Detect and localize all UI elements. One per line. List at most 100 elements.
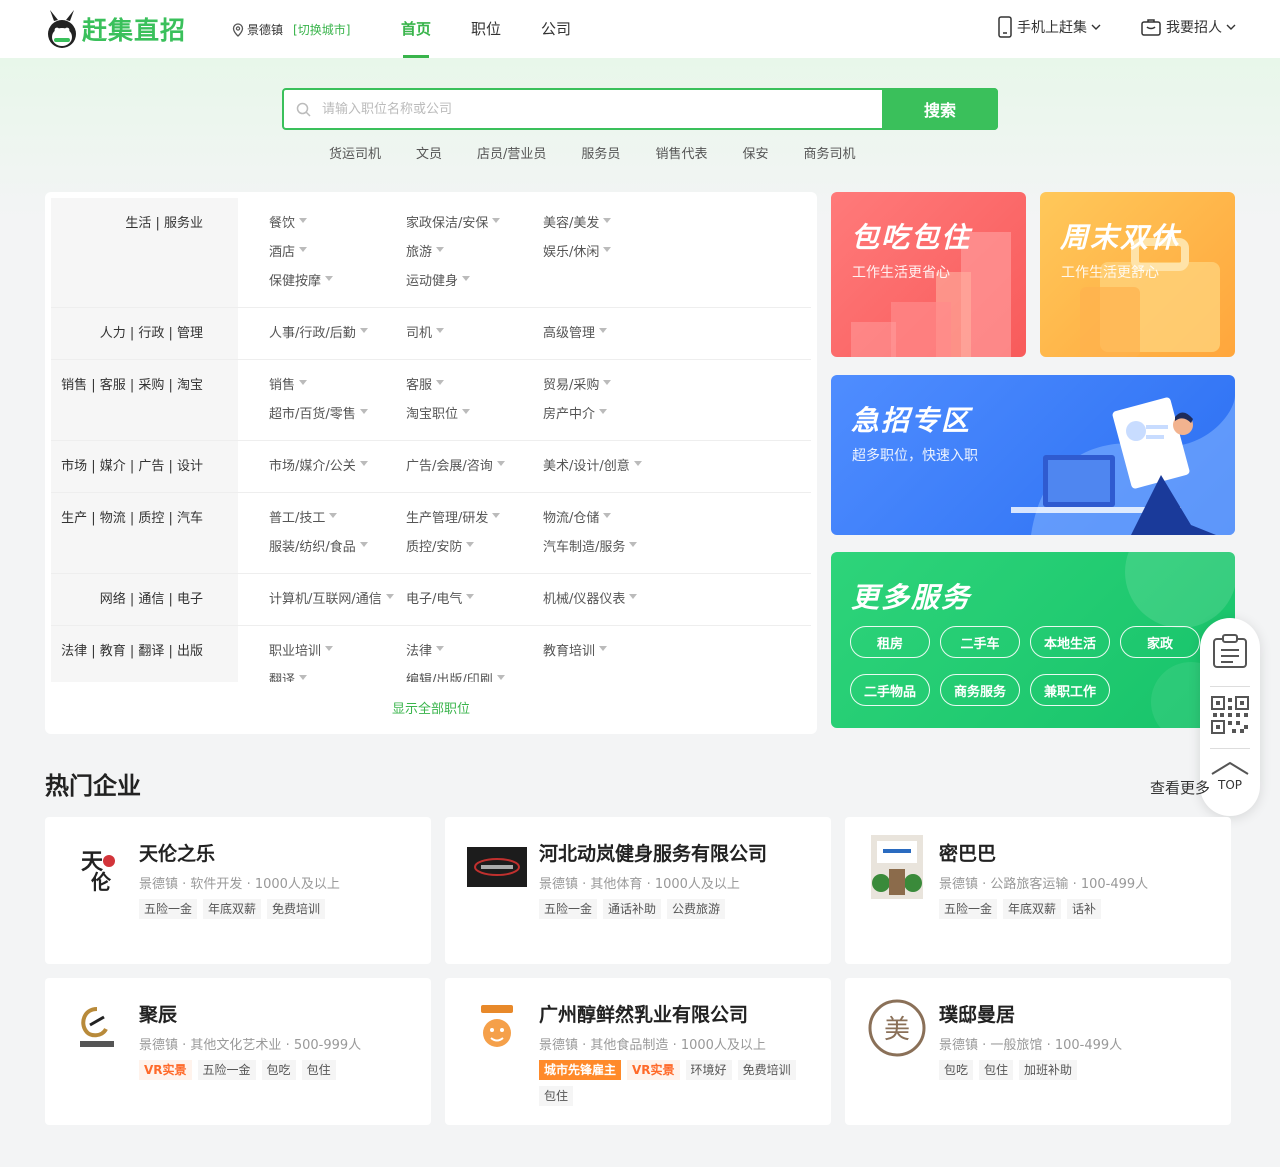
category-item[interactable]: 销售 xyxy=(269,374,406,403)
category-item[interactable]: 酒店 xyxy=(269,241,406,270)
hot-keyword[interactable]: 保安 xyxy=(742,143,768,162)
hot-keyword[interactable]: 商务司机 xyxy=(803,143,855,162)
nav-home[interactable]: 首页 xyxy=(401,0,431,58)
category-item-label: 保健按摩 xyxy=(269,274,322,289)
category-item[interactable]: 计算机/互联网/通信 xyxy=(269,588,406,617)
view-more-link[interactable]: 查看更多 xyxy=(1150,777,1210,798)
category-item[interactable]: 高级管理 xyxy=(543,322,680,351)
category-item[interactable]: 运动健身 xyxy=(406,270,543,299)
caret-down-icon xyxy=(492,218,501,223)
category-item[interactable]: 物流/仓储 xyxy=(543,507,680,536)
service-business-button[interactable]: 商务服务 xyxy=(940,674,1020,706)
banner-food-housing[interactable]: 包吃包住 工作生活更省心 xyxy=(831,192,1026,357)
back-to-top-button[interactable]: TOP xyxy=(1210,760,1250,792)
category-item[interactable]: 市场/媒介/公关 xyxy=(269,455,406,484)
switch-city-link[interactable]: [切换城市] xyxy=(293,21,350,38)
category-item-label: 服装/纺织/食品 xyxy=(269,540,356,555)
category-item[interactable]: 法律 xyxy=(406,640,543,669)
service-local-life-button[interactable]: 本地生活 xyxy=(1030,626,1110,658)
arrow-up-icon xyxy=(1211,761,1249,775)
service-used-car-button[interactable]: 二手车 xyxy=(940,626,1020,658)
mobile-app-menu[interactable]: 手机上赶集 xyxy=(998,16,1101,38)
category-item[interactable]: 美术/设计/创意 xyxy=(543,455,680,484)
category-items: 人事/行政/后勤 司机 高级管理 xyxy=(238,308,811,359)
divider xyxy=(1210,686,1250,687)
caret-down-icon xyxy=(466,594,475,599)
category-item-label: 市场/媒介/公关 xyxy=(269,459,356,474)
company-card[interactable]: 河北动岚健身服务有限公司 景德镇 · 其他体育 · 1000人及以上 五险一金 … xyxy=(445,817,831,964)
benefit-tag: 五险一金 xyxy=(539,899,598,919)
company-info: 景德镇 · 公路旅客运输 · 100-499人 xyxy=(939,877,1149,892)
caret-down-icon xyxy=(359,328,368,333)
company-card[interactable]: 广州醇鲜然乳业有限公司 景德镇 · 其他食品制造 · 1000人及以上 城市先锋… xyxy=(445,978,831,1125)
category-item[interactable]: 超市/百货/零售 xyxy=(269,403,406,432)
caret-down-icon xyxy=(436,247,445,252)
category-item[interactable]: 旅游 xyxy=(406,241,543,270)
category-item[interactable]: 职业培训 xyxy=(269,640,406,669)
company-card[interactable]: 天伦 天伦之乐 景德镇 · 软件开发 · 1000人及以上 五险一金 年底双薪 … xyxy=(45,817,431,964)
hot-keyword[interactable]: 文员 xyxy=(416,143,442,162)
service-part-time-button[interactable]: 兼职工作 xyxy=(1030,674,1110,706)
search-input[interactable] xyxy=(322,90,882,128)
benefit-tag: 包吃 xyxy=(939,1060,974,1080)
caret-down-icon xyxy=(603,380,612,385)
category-item[interactable]: 房产中介 xyxy=(543,403,680,432)
category-item[interactable]: 广告/会展/咨询 xyxy=(406,455,543,484)
service-rent-button[interactable]: 租房 xyxy=(850,626,930,658)
category-item[interactable]: 娱乐/休闲 xyxy=(543,241,680,270)
company-name: 璞邸曼居 xyxy=(939,1004,1016,1026)
category-item[interactable]: 贸易/采购 xyxy=(543,374,680,403)
logo-text: 赶集直招 xyxy=(82,16,187,45)
service-housekeeping-button[interactable]: 家政 xyxy=(1120,626,1200,658)
benefit-tag: 包住 xyxy=(301,1060,336,1080)
company-tags: 城市先锋雇主 VR实景 环境好 免费培训 包住 xyxy=(539,1060,819,1112)
banner-urgent-hiring[interactable]: 急招专区 超多职位，快速入职 xyxy=(831,375,1235,535)
service-second-hand-button[interactable]: 二手物品 xyxy=(850,674,930,706)
category-item[interactable]: 电子/电气 xyxy=(406,588,543,617)
category-item-label: 贸易/采购 xyxy=(543,378,600,393)
category-item[interactable]: 质控/安防 xyxy=(406,536,543,565)
category-item[interactable]: 餐饮 xyxy=(269,212,406,241)
category-item[interactable]: 美容/美发 xyxy=(543,212,680,241)
qrcode-button[interactable] xyxy=(1210,696,1250,734)
search-button[interactable]: 搜索 xyxy=(882,88,998,130)
hot-keyword[interactable]: 销售代表 xyxy=(655,143,707,162)
company-logo: 天伦 xyxy=(67,837,127,897)
category-item[interactable]: 普工/技工 xyxy=(269,507,406,536)
mobile-app-label: 手机上赶集 xyxy=(1017,20,1087,36)
mascot-logo-icon xyxy=(48,10,76,48)
resume-button[interactable] xyxy=(1210,632,1250,670)
category-item[interactable]: 生产管理/研发 xyxy=(406,507,543,536)
banner-weekends-off[interactable]: 周末双休 工作生活更舒心 xyxy=(1040,192,1235,357)
category-row: 网络 | 通信 | 电子 计算机/互联网/通信 电子/电气 机械/仪器仪表 xyxy=(51,574,811,626)
recruit-menu[interactable]: 我要招人 xyxy=(1141,17,1236,37)
site-logo[interactable]: 赶集直招 xyxy=(44,8,186,50)
company-card[interactable]: 密巴巴 景德镇 · 公路旅客运输 · 100-499人 五险一金 年底双薪 话补 xyxy=(845,817,1231,964)
category-item[interactable]: 汽车制造/服务 xyxy=(543,536,680,565)
hot-keyword[interactable]: 货运司机 xyxy=(329,143,381,162)
caret-down-icon xyxy=(385,594,394,599)
category-item[interactable]: 教育培训 xyxy=(543,640,680,669)
category-item[interactable]: 家政保洁/安保 xyxy=(406,212,543,241)
category-item[interactable]: 客服 xyxy=(406,374,543,403)
benefit-tag: 包吃 xyxy=(261,1060,296,1080)
hot-keyword[interactable]: 店员/营业员 xyxy=(477,143,546,162)
nav-jobs[interactable]: 职位 xyxy=(471,0,501,58)
category-item[interactable]: 司机 xyxy=(406,322,543,351)
category-item[interactable]: 淘宝职位 xyxy=(406,403,543,432)
show-all-jobs-link[interactable]: 显示全部职位 xyxy=(45,698,817,717)
category-item[interactable]: 翻译 xyxy=(269,669,406,682)
hot-keyword[interactable]: 服务员 xyxy=(581,143,620,162)
category-item[interactable]: 机械/仪器仪表 xyxy=(543,588,680,617)
benefit-tag: 五险一金 xyxy=(139,899,198,919)
company-card[interactable]: 美 璞邸曼居 景德镇 · 一般旅馆 · 100-499人 包吃 包住 加班补助 xyxy=(845,978,1231,1125)
company-card[interactable]: 聚辰 景德镇 · 其他文化艺术业 · 500-999人 VR实景 五险一金 包吃… xyxy=(45,978,431,1125)
nav-companies[interactable]: 公司 xyxy=(541,0,571,58)
category-item[interactable]: 服装/纺织/食品 xyxy=(269,536,406,565)
category-item-label: 司机 xyxy=(406,326,433,341)
category-item[interactable]: 保健按摩 xyxy=(269,270,406,299)
category-item[interactable]: 编辑/出版/印刷 xyxy=(406,669,543,682)
category-item-label: 计算机/互联网/通信 xyxy=(269,592,382,607)
category-item[interactable]: 人事/行政/后勤 xyxy=(269,322,406,351)
search-bar: 搜索 xyxy=(282,88,998,130)
